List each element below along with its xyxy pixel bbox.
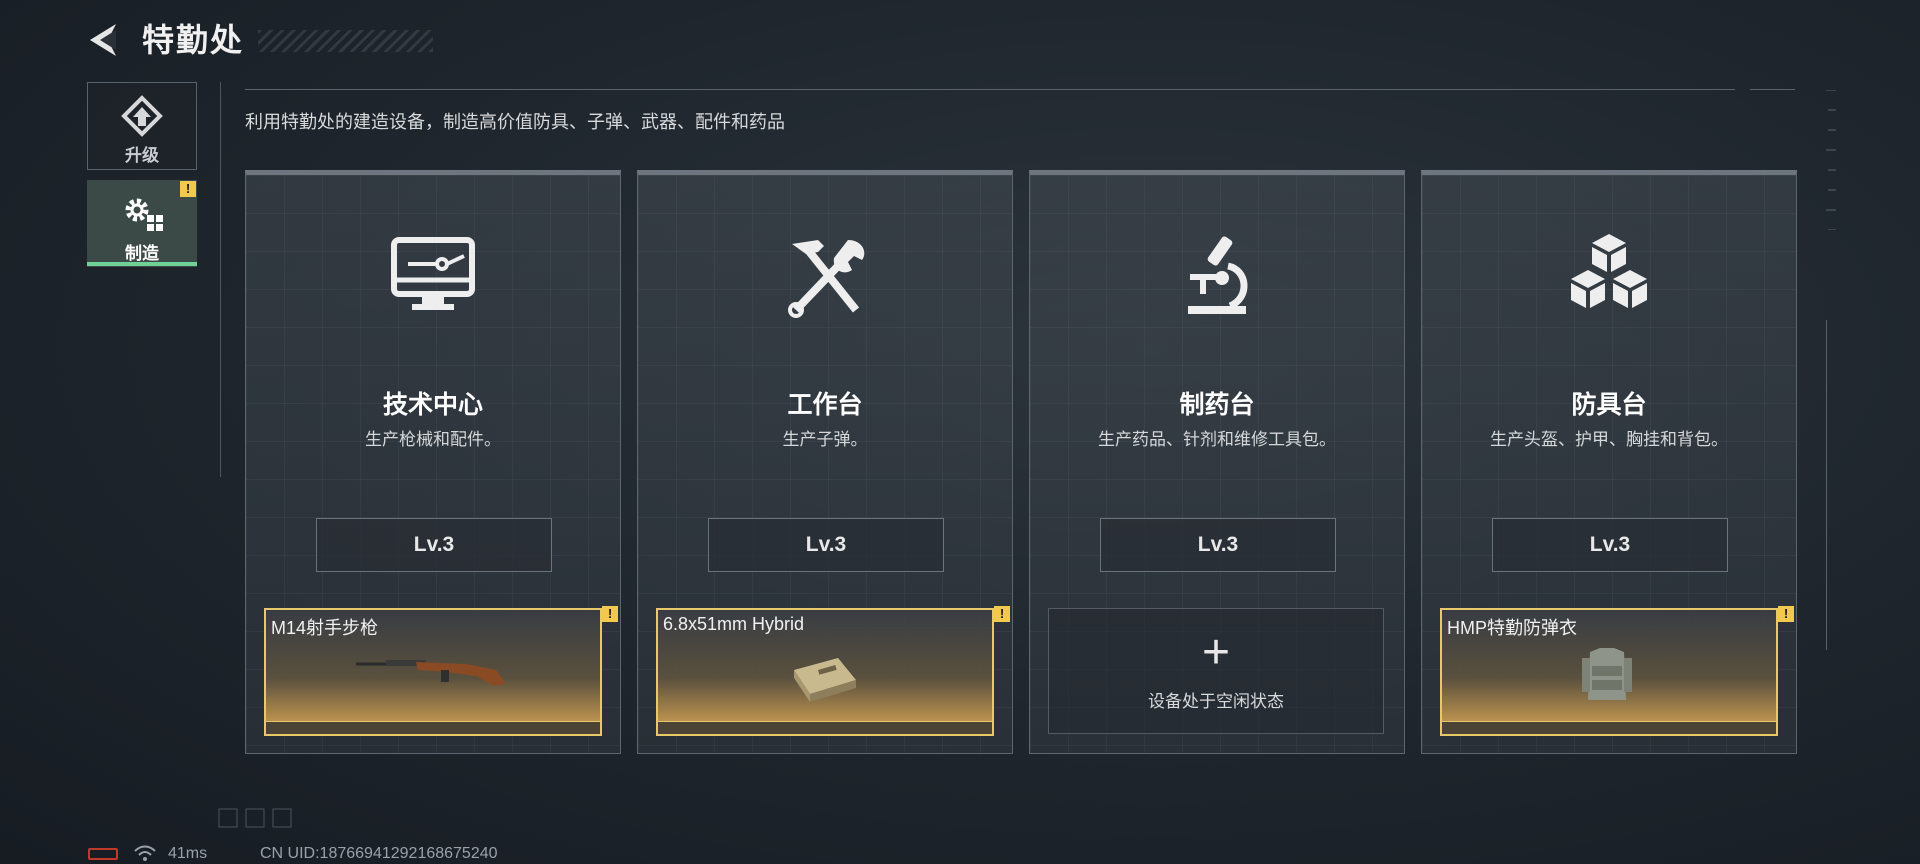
item-name: M14射手步枪 (271, 618, 379, 638)
body-armor-icon (1582, 648, 1632, 700)
back-arrow-icon (90, 24, 116, 56)
alert-badge: ! (1778, 606, 1794, 622)
station-name: 技术中心 (382, 391, 483, 419)
divider (1750, 89, 1795, 90)
divider (220, 82, 221, 477)
boxes-icon (1571, 234, 1647, 308)
ruler-decoration (1826, 90, 1836, 230)
slot-bottom-bar (266, 721, 600, 734)
level-button[interactable]: Lv.3 (708, 518, 944, 572)
idle-status-text: 设备处于空闲状态 (1148, 692, 1284, 711)
station-card-armor-bench[interactable]: 防具台 生产头盔、护甲、胸挂和背包。 Lv.3 HMP特勤防弹衣 ! (1421, 170, 1797, 754)
level-button[interactable]: Lv.3 (316, 518, 552, 572)
slot-bottom-bar (658, 721, 992, 734)
production-slot[interactable]: HMP特勤防弹衣 ! (1440, 606, 1794, 736)
footer-decoration (218, 808, 292, 828)
station-card-tech-center[interactable]: 技术中心 生产枪械和配件。 Lv.3 M14射手步枪 ! (245, 170, 621, 754)
station-name: 制药台 (1179, 391, 1255, 419)
alert-badge: ! (602, 606, 618, 622)
battery-icon (88, 848, 118, 860)
active-indicator (87, 262, 197, 266)
station-card-pharmacy[interactable]: 制药台 生产药品、针剂和维修工具包。 Lv.3 + 设备处于空闲状态 (1029, 170, 1405, 754)
station-description: 生产子弹。 (782, 430, 868, 449)
slot-bottom-bar (1442, 721, 1776, 734)
hammer-wrench-icon (788, 240, 865, 318)
station-card-workbench[interactable]: 工作台 生产子弹。 Lv.3 6.8x51mm Hybrid ! (637, 170, 1013, 754)
sidebar-item-label: 升级 (125, 146, 159, 165)
level-button[interactable]: Lv.3 (1100, 518, 1336, 572)
page-subtitle: 利用特勤处的建造设备，制造高价值防具、子弹、武器、配件和药品 (245, 112, 785, 132)
ammo-box-icon (794, 658, 856, 702)
microscope-icon (1188, 236, 1248, 314)
sidebar-item-craft[interactable]: 制造 ! (87, 180, 197, 267)
station-name: 防具台 (1571, 391, 1647, 419)
station-description: 生产头盔、护甲、胸挂和背包。 (1490, 430, 1728, 449)
sidebar-item-label: 制造 (125, 244, 159, 263)
back-button[interactable] (86, 18, 122, 62)
page-title: 特勤处 (142, 22, 245, 58)
title-decoration (258, 30, 433, 52)
wifi-icon (134, 845, 156, 861)
item-name: HMP特勤防弹衣 (1447, 618, 1577, 638)
alert-badge: ! (994, 606, 1010, 622)
station-description: 生产药品、针剂和维修工具包。 (1098, 430, 1336, 449)
station-description: 生产枪械和配件。 (365, 430, 501, 449)
upgrade-icon (121, 95, 163, 137)
level-button[interactable]: Lv.3 (1492, 518, 1728, 572)
production-slot-idle[interactable]: + 设备处于空闲状态 (1048, 608, 1384, 734)
ping-indicator: 41ms (168, 845, 208, 862)
divider (245, 89, 1735, 90)
monitor-icon (391, 237, 475, 310)
station-name: 工作台 (787, 391, 863, 419)
rifle-icon (356, 660, 506, 686)
divider (1826, 320, 1827, 650)
alert-badge: ! (180, 181, 196, 197)
add-icon: + (1201, 626, 1231, 679)
production-slot[interactable]: M14射手步枪 ! (264, 606, 618, 736)
user-id: CN UID:18766941292168675240 (260, 845, 498, 862)
item-name: 6.8x51mm Hybrid (663, 614, 805, 634)
production-slot[interactable]: 6.8x51mm Hybrid ! (656, 606, 1010, 736)
gear-grid-icon (125, 198, 163, 231)
sidebar-item-upgrade[interactable]: 升级 (87, 82, 197, 170)
